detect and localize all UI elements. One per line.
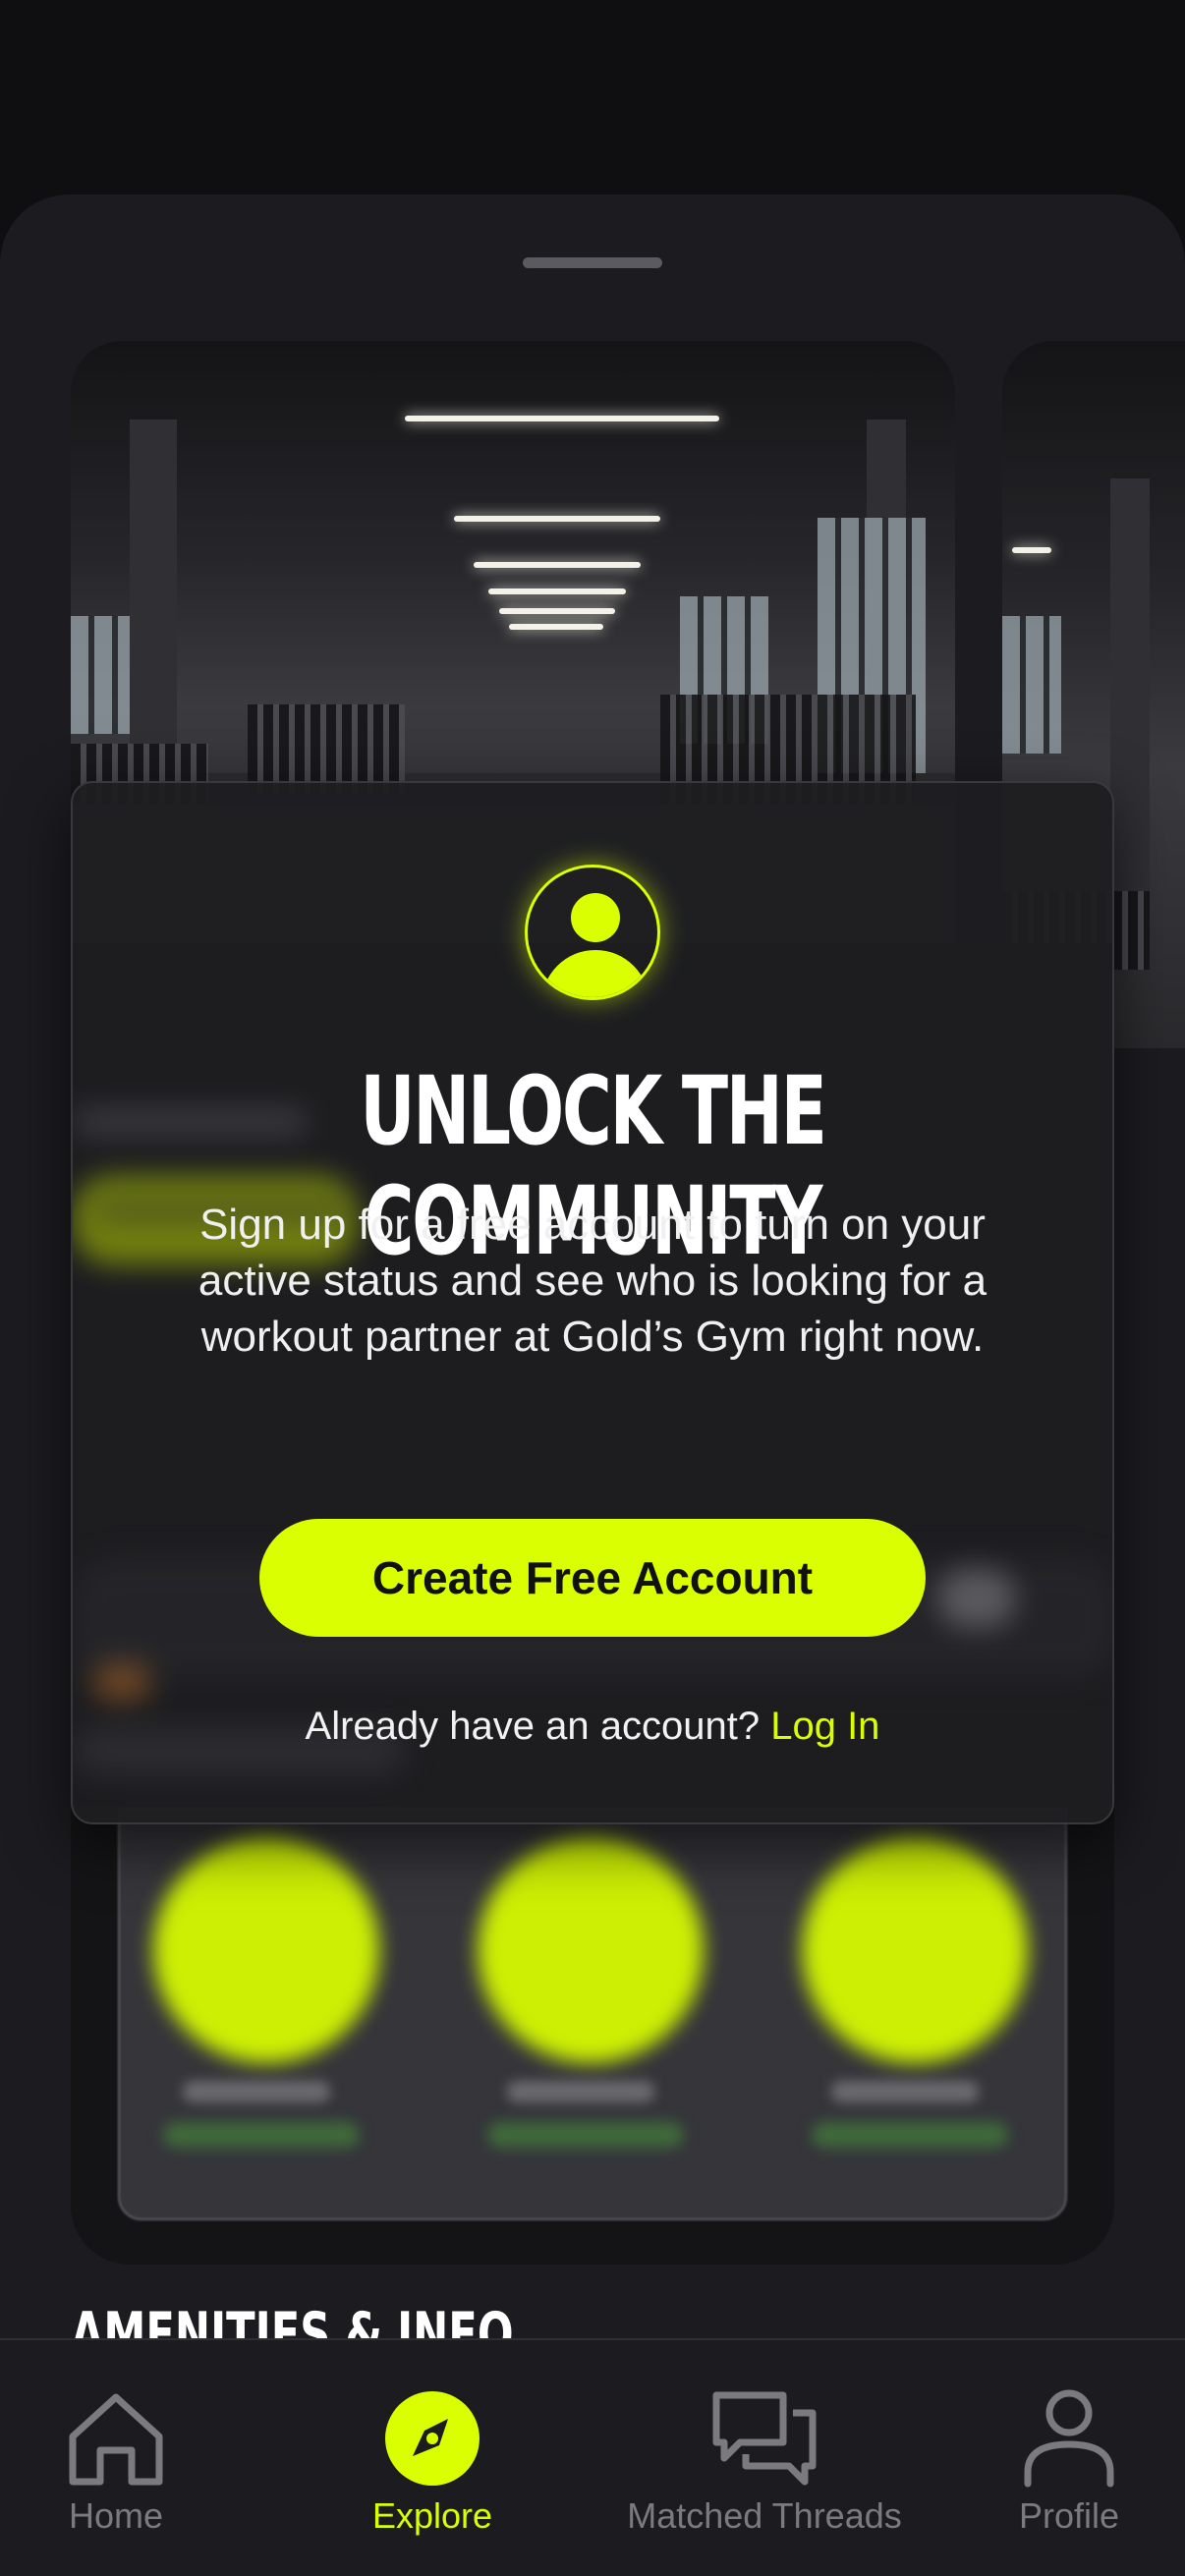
tab-profile-label: Profile xyxy=(1018,2495,1120,2536)
member-avatar xyxy=(478,1837,704,2161)
section-heading-amenities: AMENITIES & INFO xyxy=(71,2304,514,2339)
tab-matched-threads[interactable]: Matched Threads xyxy=(607,2389,922,2537)
sheet-drag-handle[interactable] xyxy=(523,257,662,268)
member-avatar xyxy=(802,1837,1028,2161)
chat-bubbles-icon xyxy=(712,2391,817,2486)
person-icon xyxy=(1024,2389,1114,2488)
user-icon xyxy=(525,865,660,1000)
login-prompt: Already have an account? Log In xyxy=(0,1705,1185,1749)
compass-icon xyxy=(385,2391,480,2486)
tab-explore[interactable]: Explore xyxy=(305,2389,560,2537)
tab-home-label: Home xyxy=(68,2495,164,2536)
home-icon xyxy=(69,2393,163,2486)
tab-profile[interactable]: Profile xyxy=(941,2389,1185,2537)
create-free-account-button[interactable]: Create Free Account xyxy=(259,1519,926,1637)
login-link[interactable]: Log In xyxy=(770,1705,879,1748)
tab-explore-label: Explore xyxy=(371,2495,493,2536)
login-prompt-text: Already have an account? xyxy=(305,1705,761,1748)
modal-description: Sign up for a free account to turn on yo… xyxy=(198,1201,988,1361)
member-avatar xyxy=(153,1837,379,2161)
tab-matched-threads-label: Matched Threads xyxy=(627,2495,902,2536)
tab-home[interactable]: Home xyxy=(0,2389,244,2537)
